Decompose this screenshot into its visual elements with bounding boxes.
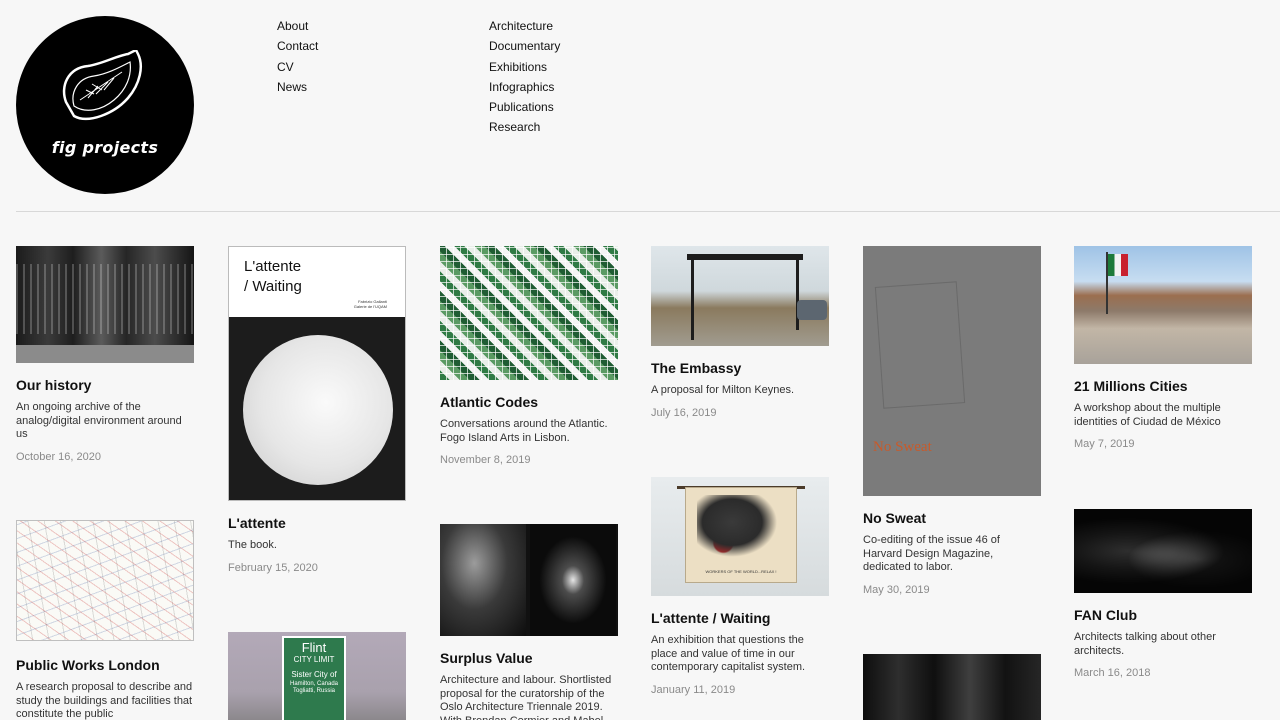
- canopy-roof: [687, 254, 803, 260]
- card-title[interactable]: Surplus Value: [440, 650, 618, 667]
- card-title[interactable]: Public Works London: [16, 657, 194, 674]
- card-image[interactable]: [1074, 509, 1252, 593]
- nav-link-publications[interactable]: Publications: [489, 97, 560, 117]
- cover-frame: [874, 281, 966, 409]
- city-limit-sign: Flint CITY LIMIT Sister City of Hamilton…: [282, 636, 346, 720]
- logo[interactable]: fig projects: [16, 16, 194, 194]
- card-description: Architecture and labour. Shortlisted pro…: [440, 674, 612, 720]
- card-image[interactable]: [863, 654, 1041, 720]
- card-image[interactable]: L'attente / Waiting Fabrizio Gallanti Ga…: [228, 246, 406, 501]
- card-public-works-london[interactable]: Public Works London A research proposal …: [16, 520, 194, 720]
- card-image[interactable]: No Sweat: [863, 246, 1041, 496]
- card-title[interactable]: L'attente: [228, 515, 406, 532]
- card-lattente-book[interactable]: L'attente / Waiting Fabrizio Gallanti Ga…: [228, 246, 406, 575]
- card-lattente-waiting[interactable]: WORKERS OF THE WORLD...RELAX ! L'attente…: [651, 477, 829, 697]
- cover-title: No Sweat: [873, 439, 932, 455]
- photo-right: [530, 524, 616, 636]
- card-description: Co-editing of the issue 46 of Harvard De…: [863, 534, 1000, 573]
- card-dark-photo[interactable]: [863, 654, 1041, 720]
- card-21-millions-cities[interactable]: 21 Millions Cities A workshop about the …: [1074, 246, 1252, 451]
- card-date: February 15, 2020: [228, 561, 318, 574]
- card-fan-club[interactable]: FAN Club Architects talking about other …: [1074, 509, 1252, 680]
- card-image[interactable]: [16, 520, 194, 641]
- card-date: March 16, 2018: [1074, 667, 1151, 679]
- nav-link-cv[interactable]: CV: [277, 57, 318, 77]
- card-date: November 8, 2019: [440, 454, 531, 466]
- cover-title: L'attente / Waiting: [244, 258, 302, 295]
- nav-link-research[interactable]: Research: [489, 117, 560, 137]
- card-surplus-value[interactable]: Surplus Value Architecture and labour. S…: [440, 524, 618, 720]
- card-date: January 11, 2019: [651, 683, 736, 696]
- card-description: The book.: [228, 539, 277, 551]
- sign-line-1: Flint: [301, 640, 327, 655]
- card-description: An ongoing archive of the analog/digital…: [16, 401, 182, 440]
- sign-line-2: CITY LIMIT: [293, 655, 335, 664]
- nav-link-about[interactable]: About: [277, 16, 318, 36]
- card-image[interactable]: [440, 524, 618, 636]
- card-our-history[interactable]: Our history An ongoing archive of the an…: [16, 246, 194, 464]
- card-date: July 16, 2019: [651, 406, 717, 419]
- nav-link-architecture[interactable]: Architecture: [489, 16, 560, 36]
- page: fig projects About Contact CV News Archi…: [0, 0, 1280, 720]
- mexico-flag: [1108, 254, 1128, 276]
- nav-link-exhibitions[interactable]: Exhibitions: [489, 57, 560, 77]
- cover-top: L'attente / Waiting Fabrizio Gallanti Ga…: [229, 247, 405, 317]
- card-description: A workshop about the multiple identities…: [1074, 402, 1221, 428]
- banner-figure: [697, 495, 785, 563]
- card-title[interactable]: No Sweat: [863, 510, 1041, 527]
- card-title[interactable]: The Embassy: [651, 360, 829, 377]
- fig-icon: [62, 50, 142, 121]
- nav-link-contact[interactable]: Contact: [277, 36, 318, 56]
- card-no-sweat[interactable]: No Sweat No Sweat Co-editing of the issu…: [863, 246, 1041, 597]
- sign-line-3: Sister City of: [291, 670, 337, 679]
- parked-car: [797, 300, 827, 320]
- sign-line-4: Hamilton, Canada Togliatti, Russia: [289, 681, 339, 694]
- canopy-column: [691, 258, 694, 340]
- card-image[interactable]: WORKERS OF THE WORLD...RELAX !: [651, 477, 829, 596]
- card-image[interactable]: [1074, 246, 1252, 364]
- header-divider: [16, 211, 1280, 212]
- cover-circle-image: [243, 335, 393, 485]
- nav-link-infographics[interactable]: Infographics: [489, 77, 560, 97]
- card-image[interactable]: [440, 246, 618, 380]
- nav-link-news[interactable]: News: [277, 77, 318, 97]
- photo-left: [440, 524, 526, 636]
- card-atlantic-codes[interactable]: Atlantic Codes Conversations around the …: [440, 246, 618, 467]
- card-title[interactable]: Our history: [16, 377, 194, 394]
- cover-credits: Fabrizio Gallanti Galerie de l'UQAM: [353, 299, 387, 309]
- card-title[interactable]: Atlantic Codes: [440, 394, 618, 411]
- nav-categories: Architecture Documentary Exhibitions Inf…: [489, 16, 560, 138]
- card-the-embassy[interactable]: The Embassy A proposal for Milton Keynes…: [651, 246, 829, 420]
- card-image[interactable]: [16, 246, 194, 363]
- card-description: Conversations around the Atlantic. Fogo …: [440, 418, 608, 444]
- card-date: October 16, 2020: [16, 450, 102, 463]
- card-description: A proposal for Milton Keynes.: [651, 384, 795, 396]
- card-description: Architects talking about other architect…: [1074, 631, 1216, 657]
- card-flint[interactable]: Flint CITY LIMIT Sister City of Hamilton…: [228, 632, 406, 720]
- card-image[interactable]: [651, 246, 829, 346]
- card-title[interactable]: 21 Millions Cities: [1074, 378, 1252, 395]
- card-description: A research proposal to describe and stud…: [16, 681, 193, 720]
- card-description: An exhibition that questions the place a…: [651, 634, 806, 673]
- card-date: May 30, 2019: [863, 583, 930, 596]
- card-image[interactable]: Flint CITY LIMIT Sister City of Hamilton…: [228, 632, 406, 720]
- nav-primary: About Contact CV News: [277, 16, 318, 97]
- nav-link-documentary[interactable]: Documentary: [489, 36, 560, 56]
- card-date: May 7, 2019: [1074, 438, 1135, 450]
- card-title[interactable]: FAN Club: [1074, 607, 1252, 624]
- brand-name: fig projects: [51, 138, 159, 157]
- card-title[interactable]: L'attente / Waiting: [651, 610, 829, 627]
- banner-text: WORKERS OF THE WORLD...RELAX !: [705, 569, 777, 574]
